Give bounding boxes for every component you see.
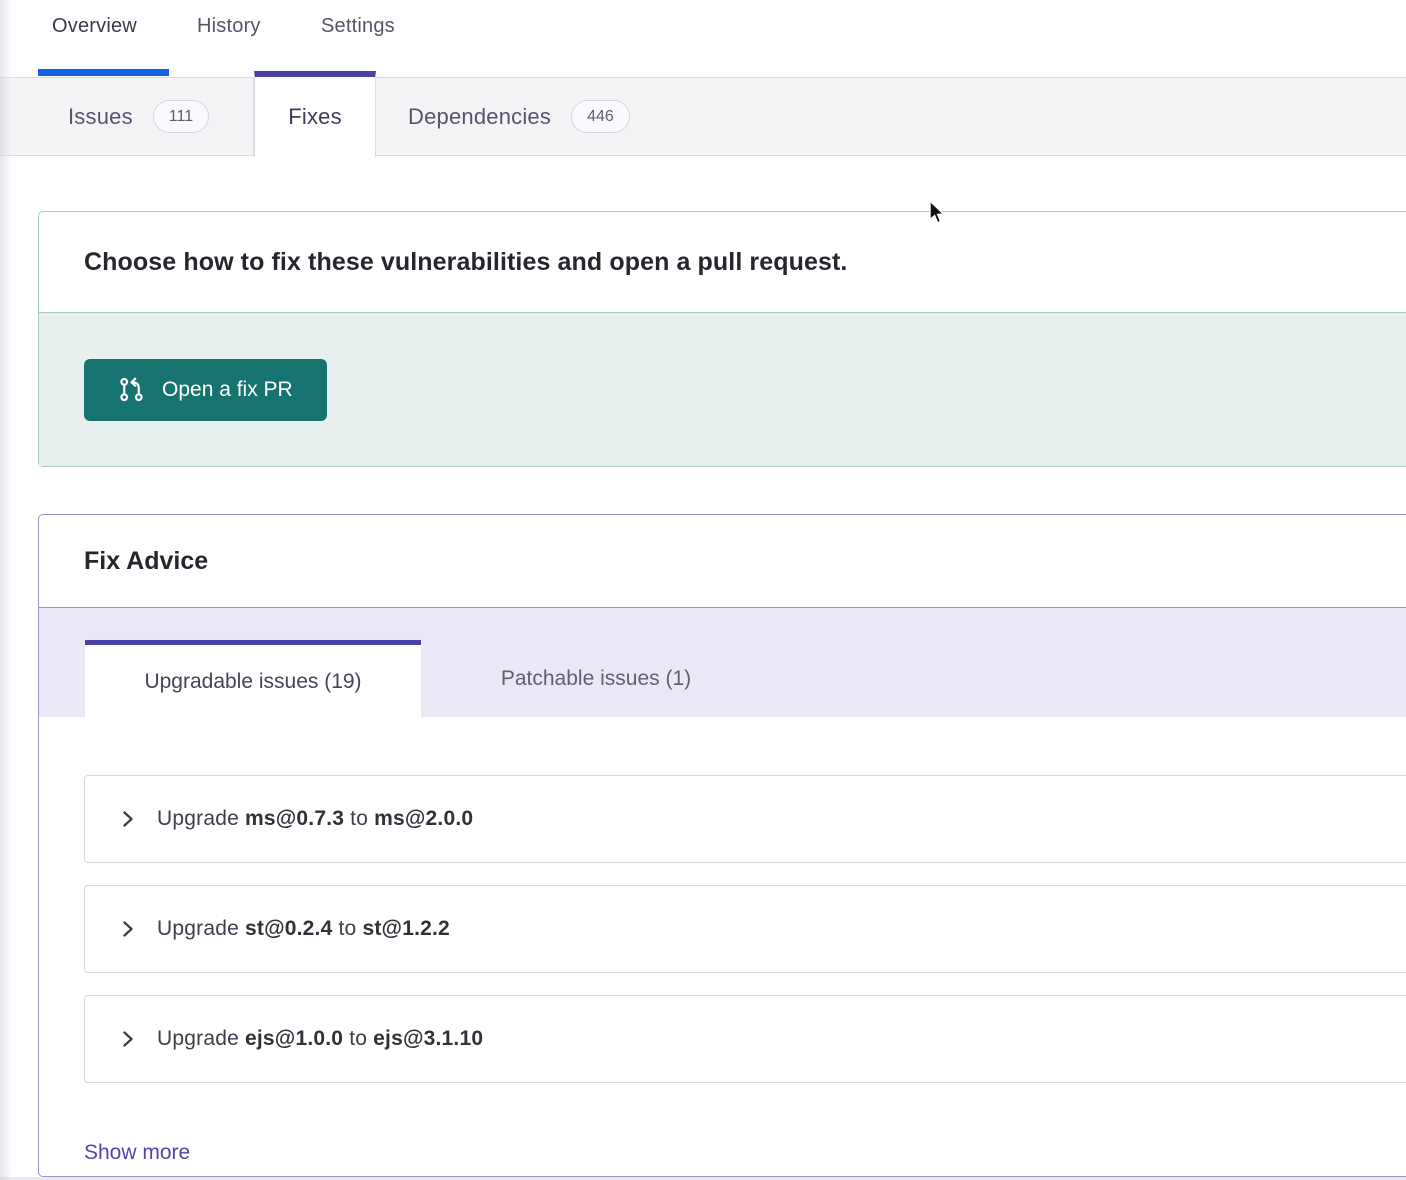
fix-advice-card: Fix Advice Upgradable issues (19) Patcha… <box>38 514 1406 1177</box>
tab-patchable-issues[interactable]: Patchable issues (1) <box>421 640 771 718</box>
upgradable-issues-panel: Upgrade ms@0.7.3 to ms@2.0.0 Upgrade st@… <box>39 717 1406 1165</box>
nav-item-history[interactable]: History <box>197 13 261 39</box>
fix-banner-body: Open a fix PR <box>39 312 1406 466</box>
fix-banner-card: Choose how to fix these vulnerabilities … <box>38 211 1406 467</box>
top-navigation: Overview History Settings <box>0 0 1406 77</box>
git-pull-request-icon <box>118 376 145 403</box>
project-page: Overview History Settings Issues 111 Fix… <box>0 0 1406 1180</box>
page-left-shadow <box>0 0 12 1180</box>
tab-dependencies[interactable]: Dependencies 446 <box>376 78 630 155</box>
dependencies-count-badge: 446 <box>571 100 630 133</box>
upgrade-row-text: Upgrade st@0.2.4 to st@1.2.2 <box>157 917 450 941</box>
active-nav-underline <box>38 69 169 76</box>
upgrade-row-ms[interactable]: Upgrade ms@0.7.3 to ms@2.0.0 <box>84 775 1406 863</box>
issues-count-badge: 111 <box>153 100 209 133</box>
tab-fixes-label: Fixes <box>288 104 342 130</box>
nav-item-overview[interactable]: Overview <box>52 13 137 39</box>
tab-fixes[interactable]: Fixes <box>254 71 376 157</box>
tab-dependencies-label: Dependencies <box>408 104 551 130</box>
upgrade-row-text: Upgrade ms@0.7.3 to ms@2.0.0 <box>157 807 473 831</box>
fix-advice-header: Fix Advice <box>39 515 1406 607</box>
fix-banner-header: Choose how to fix these vulnerabilities … <box>39 212 1406 312</box>
chevron-right-icon[interactable] <box>119 1029 137 1049</box>
fix-advice-tabs: Upgradable issues (19) Patchable issues … <box>39 607 1406 717</box>
upgrade-row-ejs[interactable]: Upgrade ejs@1.0.0 to ejs@3.1.10 <box>84 995 1406 1083</box>
nav-item-settings[interactable]: Settings <box>321 13 395 39</box>
chevron-right-icon[interactable] <box>119 809 137 829</box>
open-fix-pr-button[interactable]: Open a fix PR <box>84 359 327 421</box>
fix-advice-title: Fix Advice <box>84 547 208 576</box>
upgrade-row-text: Upgrade ejs@1.0.0 to ejs@3.1.10 <box>157 1027 483 1051</box>
show-more-link[interactable]: Show more <box>84 1141 190 1165</box>
open-fix-pr-label: Open a fix PR <box>162 378 293 402</box>
fix-banner-heading: Choose how to fix these vulnerabilities … <box>84 248 847 277</box>
tab-issues[interactable]: Issues 111 <box>0 78 254 155</box>
tab-issues-label: Issues <box>68 104 133 130</box>
tab-upgradable-issues[interactable]: Upgradable issues (19) <box>85 640 421 719</box>
chevron-right-icon[interactable] <box>119 919 137 939</box>
secondary-tab-bar: Issues 111 Fixes Dependencies 446 <box>0 77 1406 156</box>
upgrade-row-st[interactable]: Upgrade st@0.2.4 to st@1.2.2 <box>84 885 1406 973</box>
